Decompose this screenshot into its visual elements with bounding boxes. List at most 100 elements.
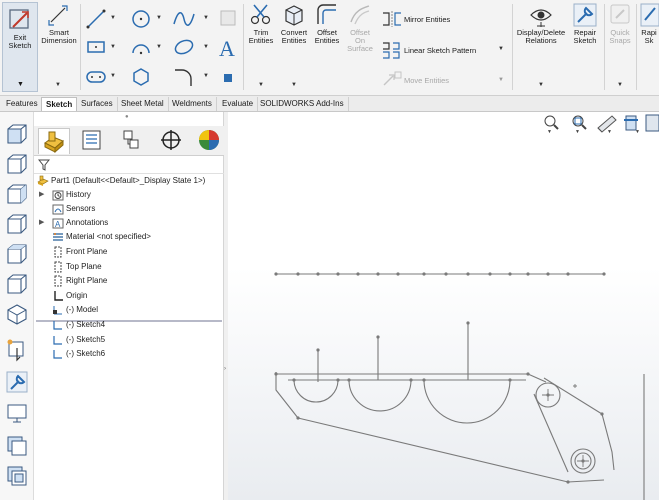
fillet-tool-dropdown-icon[interactable]: ▼ <box>203 73 209 79</box>
move-entities-dropdown-icon[interactable]: ▼ <box>498 77 504 83</box>
arc-tool-dropdown-icon[interactable]: ▼ <box>156 44 162 50</box>
ellipse-tool-icon[interactable] <box>172 36 196 58</box>
tree-item-sketch6[interactable]: (-) Sketch6 <box>34 347 224 361</box>
sketch-icon <box>53 306 62 315</box>
view-top-icon[interactable] <box>5 242 29 266</box>
quick-snaps-icon <box>610 4 630 24</box>
tree-item-annotations[interactable]: ▶ A Annotations <box>34 216 224 230</box>
four-view-icon[interactable] <box>5 464 29 488</box>
origin-icon <box>54 291 63 301</box>
point-tool-icon[interactable] <box>222 72 234 84</box>
convert-dropdown-icon[interactable]: ▼ <box>291 82 297 88</box>
linear-sketch-pattern-label[interactable]: Linear Sketch Pattern <box>404 46 476 55</box>
tab-solidworks-add-ins[interactable]: SOLIDWORKS Add-Ins <box>256 97 349 111</box>
two-view-icon[interactable] <box>5 434 29 458</box>
tree-item-front-plane[interactable]: Front Plane <box>34 245 224 259</box>
view-isometric-icon[interactable] <box>5 302 29 326</box>
dimxpert-manager-tab[interactable] <box>156 128 188 154</box>
repair-sketch-side-icon[interactable] <box>5 370 29 394</box>
mirror-entities-label[interactable]: Mirror Entities <box>404 15 450 24</box>
view-back-icon[interactable] <box>5 152 29 176</box>
exit-sketch-button[interactable]: Exit Sketch ▼ <box>2 2 38 92</box>
spline-tool-icon[interactable] <box>172 8 196 30</box>
text-tool-icon[interactable]: A <box>216 36 240 60</box>
part-tree-icon <box>37 175 49 186</box>
configuration-manager-tab[interactable] <box>116 128 148 154</box>
command-manager-ribbon: Exit Sketch ▼ Smart Dimension ▼ ▼ ▼ ▼ ▼ … <box>0 0 659 96</box>
trim-entities-button[interactable]: Trim Entities <box>245 2 277 45</box>
tree-item-sketch5[interactable]: (-) Sketch5 <box>34 333 224 347</box>
mirror-entities-icon[interactable] <box>381 10 403 28</box>
tree-item-right-plane[interactable]: Right Plane <box>34 274 224 288</box>
circle-tool-icon[interactable] <box>130 8 152 30</box>
convert-entities-button[interactable]: Convert Entities <box>278 2 310 45</box>
smart-dimension-button[interactable]: Smart Dimension <box>40 2 78 45</box>
linear-sketch-pattern-icon[interactable] <box>381 40 403 60</box>
move-entities-label[interactable]: Move Entities <box>404 76 449 85</box>
spline-tool-dropdown-icon[interactable]: ▼ <box>203 15 209 21</box>
repair-sketch-icon <box>573 3 597 27</box>
quick-snaps-button[interactable]: Quick Snaps <box>606 2 634 45</box>
sketch-geometry[interactable] <box>228 112 659 500</box>
feature-manager-tab[interactable] <box>38 128 70 154</box>
move-entities-icon[interactable] <box>381 70 403 88</box>
splitter-arrow-icon[interactable]: › <box>224 366 226 372</box>
normal-to-icon[interactable] <box>5 338 29 362</box>
rectangle-tool-icon[interactable] <box>85 36 107 58</box>
tree-item-origin[interactable]: Origin <box>34 289 224 303</box>
display-manager-tab[interactable] <box>194 128 226 154</box>
smart-dimension-dropdown-icon[interactable]: ▼ <box>55 82 61 88</box>
trim-entities-icon <box>250 4 271 25</box>
feature-manager-panel: ● Part1 (Default<<Default>_Display State… <box>34 112 224 500</box>
trim-dropdown-icon[interactable]: ▼ <box>258 82 264 88</box>
view-front-icon[interactable] <box>5 122 29 146</box>
view-left-icon[interactable] <box>5 182 29 206</box>
ellipse-tool-dropdown-icon[interactable]: ▼ <box>203 44 209 50</box>
offset-entities-button[interactable]: Offset Entities <box>311 2 343 45</box>
linear-pattern-dropdown-icon[interactable]: ▼ <box>498 46 504 52</box>
slot-tool-icon[interactable] <box>85 67 107 87</box>
plane-icon <box>54 261 62 273</box>
tree-item-top-plane[interactable]: Top Plane <box>34 260 224 274</box>
expand-arrow-icon[interactable]: ▶ <box>39 216 44 230</box>
quick-snaps-dropdown-icon[interactable]: ▼ <box>617 82 623 88</box>
expand-arrow-icon[interactable]: ▶ <box>39 188 44 202</box>
tab-weldments[interactable]: Weldments <box>168 97 217 111</box>
property-manager-tab[interactable] <box>76 128 108 154</box>
rapid-sketch-button[interactable]: Rapi Sk <box>639 2 659 45</box>
offset-label-line2: Entities <box>314 36 340 45</box>
polygon-tool-icon[interactable] <box>130 66 152 88</box>
tree-item-model[interactable]: (-) Model <box>34 303 224 317</box>
graphics-area[interactable]: ▼ ▼ ▼ ▼ <box>228 112 659 500</box>
tab-sheet-metal[interactable]: Sheet Metal <box>117 97 169 111</box>
circle-tool-dropdown-icon[interactable]: ▼ <box>156 15 162 21</box>
rectangle-tool-dropdown-icon[interactable]: ▼ <box>110 44 116 50</box>
tree-item-sketch4[interactable]: (-) Sketch4 <box>34 318 224 332</box>
fillet-tool-icon[interactable] <box>172 66 196 88</box>
offset-on-surface-button[interactable]: Offset On Surface <box>344 2 376 53</box>
slot-tool-dropdown-icon[interactable]: ▼ <box>110 73 116 79</box>
exit-sketch-dropdown-icon[interactable]: ▼ <box>17 81 24 89</box>
tab-surfaces[interactable]: Surfaces <box>77 97 118 111</box>
tab-features[interactable]: Features <box>2 97 43 111</box>
tree-item-material[interactable]: Material <not specified> <box>34 230 224 244</box>
filter-icon[interactable] <box>38 159 50 171</box>
plane-icon <box>54 275 62 287</box>
repair-sketch-button[interactable]: Repair Sketch <box>569 2 601 45</box>
display-delete-dropdown-icon[interactable]: ▼ <box>538 82 544 88</box>
view-bottom-icon[interactable] <box>5 272 29 296</box>
line-tool-dropdown-icon[interactable]: ▼ <box>110 15 116 21</box>
view-selector-icon[interactable] <box>5 402 29 426</box>
display-delete-relations-button[interactable]: Display/Delete Relations <box>514 2 568 45</box>
arc-tool-icon[interactable] <box>130 36 152 58</box>
convert-label-line2: Entities <box>281 36 307 45</box>
tree-item-sensors[interactable]: Sensors <box>34 202 224 216</box>
sensors-label: Sensors <box>66 204 96 213</box>
tab-sketch[interactable]: Sketch <box>41 97 78 111</box>
tree-root-part[interactable]: Part1 (Default<<Default>_Display State 1… <box>34 174 224 188</box>
view-right-icon[interactable] <box>5 212 29 236</box>
tab-evaluate[interactable]: Evaluate <box>218 97 259 111</box>
tree-item-history[interactable]: ▶ History <box>34 188 224 202</box>
line-tool-icon[interactable] <box>85 8 107 30</box>
panel-collapse-handle[interactable]: ● <box>125 114 129 120</box>
